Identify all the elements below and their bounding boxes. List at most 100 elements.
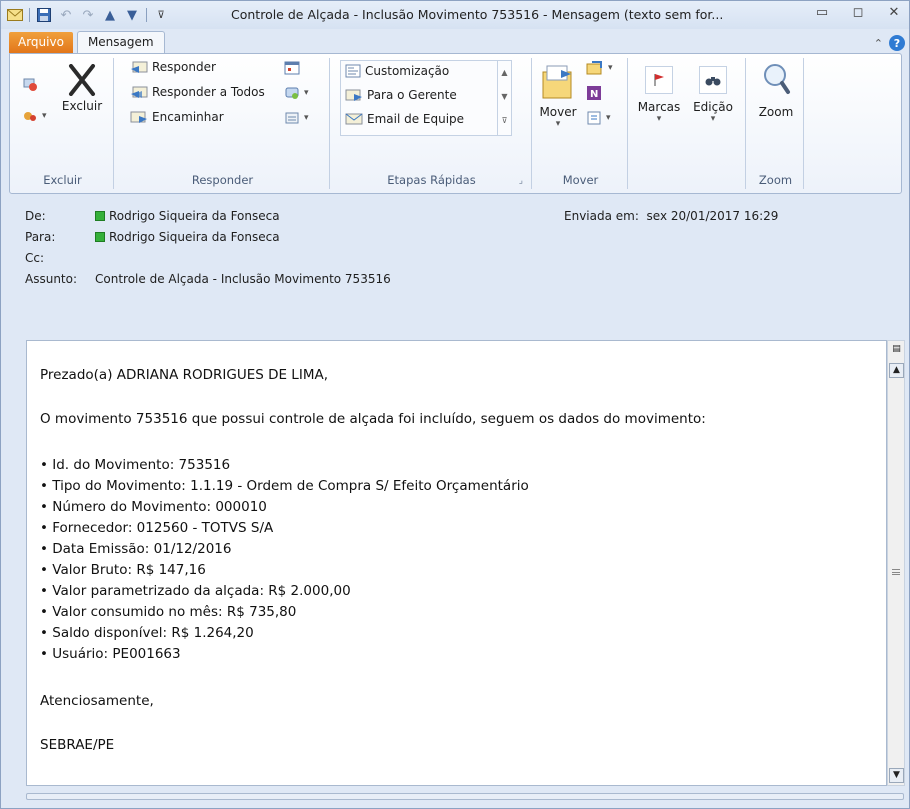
sent-label: Enviada em: — [564, 209, 639, 223]
body-item: • Número do Movimento: 000010 — [40, 499, 267, 515]
to-value[interactable]: Rodrigo Siqueira da Fonseca — [109, 230, 280, 244]
customize-toolbar-icon[interactable]: ⊽ — [153, 7, 169, 23]
group-mover: Mover ▾ ▾ N ▾ Mover — [534, 58, 628, 189]
cleanup-icon[interactable]: ▾ — [22, 108, 47, 124]
binoculars-icon-frame — [699, 66, 727, 94]
delete-label: Excluir — [61, 99, 103, 113]
editing-dropdown-icon: ▾ — [710, 114, 716, 124]
reply-icon — [131, 61, 148, 73]
ribbon-tabs: Arquivo Mensagem — [9, 31, 165, 53]
envelope-icon[interactable] — [7, 7, 23, 23]
meeting-reply-icon[interactable] — [284, 60, 300, 76]
forward-button[interactable]: Encaminhar — [130, 110, 224, 124]
magnifier-icon — [764, 64, 790, 94]
dialog-launcher-icon[interactable]: ⌟ — [519, 176, 523, 186]
quick-step-para-o-gerente[interactable]: Para o Gerente — [345, 88, 457, 102]
save-icon[interactable] — [36, 7, 52, 23]
body-item: • Valor parametrizado da alçada: R$ 2.00… — [40, 583, 351, 599]
ignore-icon[interactable] — [22, 76, 38, 92]
forward-icon — [130, 111, 147, 123]
body-item: • Id. do Movimento: 753516 — [40, 457, 231, 473]
group-marcas-edicao: Marcas ▾ Edição ▾ — [630, 58, 746, 189]
custom-step-icon — [345, 64, 361, 78]
quick-steps-scroll[interactable]: ▲ ▼ ⊽ — [497, 61, 511, 135]
tab-arquivo[interactable]: Arquivo — [9, 32, 73, 53]
collapse-ribbon-icon[interactable]: ⌃ — [874, 37, 883, 50]
undo-icon[interactable]: ↶ — [58, 7, 74, 23]
quick-step-email-de-equipe[interactable]: Email de Equipe — [345, 112, 464, 126]
subject-value: Controle de Alçada - Inclusão Movimento … — [95, 272, 391, 286]
subject-row: Assunto: Controle de Alçada - Inclusão Mo… — [25, 272, 391, 286]
delete-button[interactable]: Excluir — [54, 64, 110, 113]
group-label-etapas: Etapas Rápidas — [387, 173, 476, 187]
im-reply-icon[interactable]: ▾ — [284, 85, 309, 101]
binoculars-icon — [705, 77, 721, 86]
sent-row: Enviada em: sex 20/01/2017 16:29 — [564, 209, 778, 223]
subject-label: Assunto: — [25, 272, 78, 286]
tab-mensagem[interactable]: Mensagem — [76, 31, 165, 53]
rules-icon[interactable]: ▾ — [586, 60, 613, 76]
group-etapas-rapidas: Customização Para o Gerente Email de Equ… — [332, 58, 532, 189]
move-dropdown-icon: ▾ — [555, 119, 561, 129]
flag-icon-frame — [645, 66, 673, 94]
team-email-icon — [345, 113, 363, 125]
vertical-scrollbar[interactable]: ▤ ▲ ▼ — [887, 340, 905, 786]
next-item-icon[interactable]: ▼ — [124, 7, 140, 23]
onenote-icon[interactable]: N — [586, 85, 602, 101]
close-button[interactable]: ✕ — [885, 5, 903, 20]
maximize-button[interactable]: ◻ — [849, 5, 867, 20]
window-controls: ▭ ◻ ✕ — [813, 5, 903, 20]
horizontal-scrollbar[interactable] — [26, 793, 904, 800]
actions-icon[interactable]: ▾ — [586, 110, 611, 126]
body-item: • Data Emissão: 01/12/2016 — [40, 541, 232, 557]
body-item: • Usuário: PE001663 — [40, 646, 181, 662]
reply-label: Responder — [152, 60, 216, 74]
split-view-icon[interactable]: ▤ — [889, 343, 904, 358]
body-item: • Tipo do Movimento: 1.1.19 - Ordem de C… — [40, 478, 529, 494]
zoom-label: Zoom — [758, 105, 794, 119]
quick-step-label: Email de Equipe — [367, 112, 465, 126]
more-respond-icon[interactable]: ▾ — [284, 110, 309, 126]
body-item: • Fornecedor: 012560 - TOTVS S/A — [40, 520, 274, 536]
presence-icon — [95, 232, 105, 242]
move-folder-icon — [542, 65, 572, 99]
from-value[interactable]: Rodrigo Siqueira da Fonseca — [109, 209, 280, 223]
message-body[interactable]: Prezado(a) ADRIANA RODRIGUES DE LIMA, O … — [26, 340, 887, 786]
from-label: De: — [25, 209, 46, 223]
scroll-down-button[interactable]: ▼ — [889, 768, 904, 783]
body-intro: O movimento 753516 que possui controle d… — [40, 411, 706, 427]
tags-dropdown-icon: ▾ — [656, 114, 662, 124]
group-label-mover: Mover — [562, 173, 599, 187]
qat-separator — [29, 8, 30, 22]
cc-label: Cc: — [25, 251, 45, 265]
ribbon-right-controls: ⌃ ? — [874, 35, 905, 51]
reply-all-button[interactable]: Responder a Todos — [130, 85, 265, 99]
help-icon[interactable]: ? — [889, 35, 905, 51]
previous-item-icon[interactable]: ▲ — [102, 7, 118, 23]
flag-icon — [654, 74, 664, 86]
editing-label: Edição — [693, 100, 733, 114]
editing-button[interactable]: Edição ▾ — [688, 66, 738, 124]
body-item: • Valor consumido no mês: R$ 735,80 — [40, 604, 297, 620]
body-item: • Valor Bruto: R$ 147,16 — [40, 562, 206, 578]
delete-x-icon — [69, 64, 95, 96]
group-responder: Responder Responder a Todos Encaminhar ▾… — [116, 58, 330, 189]
quick-step-customizacao[interactable]: Customização — [345, 64, 449, 78]
outlook-message-window: ↶ ↷ ▲ ▼ ⊽ Controle de Alçada - Inclusão … — [0, 0, 910, 809]
scroll-up-button[interactable]: ▲ — [889, 363, 904, 378]
minimize-button[interactable]: ▭ — [813, 5, 831, 20]
move-button[interactable]: Mover ▾ — [538, 62, 578, 129]
reply-all-icon — [131, 86, 148, 98]
reply-button[interactable]: Responder — [130, 60, 216, 74]
group-excluir: ▾ Excluir Excluir — [12, 58, 114, 189]
scroll-grip[interactable] — [892, 569, 900, 575]
from-row: De: Rodrigo Siqueira da Fonseca — [25, 209, 280, 223]
to-label: Para: — [25, 230, 56, 244]
body-closing: Atenciosamente, — [40, 693, 154, 709]
move-label: Mover — [539, 105, 577, 119]
group-label-excluir: Excluir — [43, 173, 82, 187]
redo-icon[interactable]: ↷ — [80, 7, 96, 23]
zoom-button[interactable]: Zoom — [750, 62, 802, 119]
group-label-responder: Responder — [191, 173, 254, 187]
tags-button[interactable]: Marcas ▾ — [634, 66, 684, 124]
